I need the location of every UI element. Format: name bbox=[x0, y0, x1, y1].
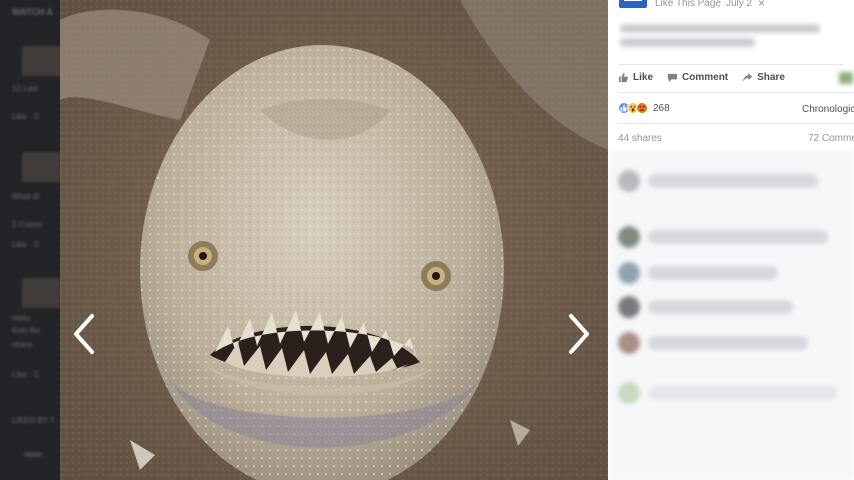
post-photo[interactable] bbox=[60, 0, 608, 480]
feed-label: Kids Ba bbox=[12, 326, 40, 335]
comment-item[interactable] bbox=[618, 226, 828, 248]
feed-label: LIKED BY T bbox=[12, 416, 55, 425]
comment-item[interactable] bbox=[618, 296, 793, 318]
feed-thumbnail bbox=[22, 278, 60, 308]
previous-photo-button[interactable] bbox=[70, 312, 98, 356]
comment-icon bbox=[667, 73, 678, 83]
divider bbox=[618, 92, 854, 93]
avatar bbox=[618, 296, 640, 318]
divider bbox=[618, 64, 844, 65]
like-label: Like bbox=[633, 72, 654, 83]
share-label: Share bbox=[757, 72, 785, 83]
feed-thumbnail bbox=[22, 46, 60, 76]
feed-label: Hello bbox=[12, 314, 31, 323]
like-button[interactable]: Like bbox=[618, 72, 653, 83]
thumbs-up-icon bbox=[618, 72, 628, 83]
feed-thumbnail bbox=[22, 152, 60, 182]
chevron-left-icon bbox=[74, 314, 94, 354]
like-page-link[interactable]: Like This Page bbox=[655, 0, 721, 9]
avatar bbox=[618, 262, 640, 284]
comment-text bbox=[648, 174, 818, 188]
feed-label: Like · C bbox=[12, 240, 40, 249]
divider bbox=[618, 123, 854, 124]
comment-input[interactable] bbox=[648, 386, 838, 400]
comment-text bbox=[648, 266, 778, 280]
feed-icon bbox=[24, 452, 42, 457]
angry-reaction-icon bbox=[636, 102, 648, 114]
next-photo-button[interactable] bbox=[565, 312, 593, 356]
comment-label: Comment bbox=[682, 72, 729, 83]
feed-label: Like · C bbox=[12, 370, 40, 379]
shares-count[interactable]: 44 shares bbox=[618, 133, 662, 144]
comment-text bbox=[648, 336, 808, 350]
reaction-count: 268 bbox=[653, 102, 670, 114]
avatar bbox=[618, 382, 640, 404]
feed-label: 12 Last bbox=[12, 84, 39, 93]
post-sidebar: Like This Page July 2 × Like Comment Sha… bbox=[608, 0, 854, 480]
share-icon bbox=[743, 72, 753, 82]
caption-line bbox=[620, 38, 755, 47]
comment-text bbox=[648, 300, 793, 314]
chevron-right-icon bbox=[569, 314, 589, 354]
post-actions: Like Comment Share bbox=[618, 72, 785, 83]
share-button[interactable]: Share bbox=[742, 72, 785, 83]
post-date[interactable]: July 2 bbox=[726, 0, 752, 9]
avatar bbox=[618, 226, 640, 248]
comment-sort-dropdown[interactable]: Chronologic bbox=[802, 104, 854, 115]
reactions-summary[interactable]: 268 bbox=[618, 102, 670, 114]
feed-label: Like · C bbox=[12, 112, 40, 121]
feed-label: 2 Comm bbox=[12, 220, 43, 229]
comment-item[interactable] bbox=[618, 262, 778, 284]
comments-list bbox=[608, 150, 854, 480]
feed-label: What di bbox=[12, 192, 40, 201]
caption-line bbox=[620, 24, 820, 33]
avatar bbox=[618, 170, 640, 192]
close-icon[interactable]: × bbox=[758, 0, 765, 10]
commenter-avatar[interactable] bbox=[839, 72, 853, 84]
comments-count[interactable]: 72 Comme bbox=[808, 133, 854, 144]
comment-text bbox=[648, 230, 828, 244]
avatar bbox=[618, 332, 640, 354]
comment-item[interactable] bbox=[618, 170, 818, 192]
feed-label: share bbox=[12, 340, 33, 349]
background-feed: WATCH A 12 Last Like · C What di 2 Comm … bbox=[0, 0, 60, 480]
fish-photo-illustration bbox=[60, 0, 608, 480]
feed-header: WATCH A bbox=[12, 7, 53, 17]
comment-input-row[interactable] bbox=[618, 382, 838, 404]
comment-item[interactable] bbox=[618, 332, 808, 354]
comment-button[interactable]: Comment bbox=[667, 72, 728, 83]
photo-viewer: WATCH A 12 Last Like · C What di 2 Comm … bbox=[0, 0, 854, 480]
page-logo[interactable] bbox=[619, 0, 647, 8]
